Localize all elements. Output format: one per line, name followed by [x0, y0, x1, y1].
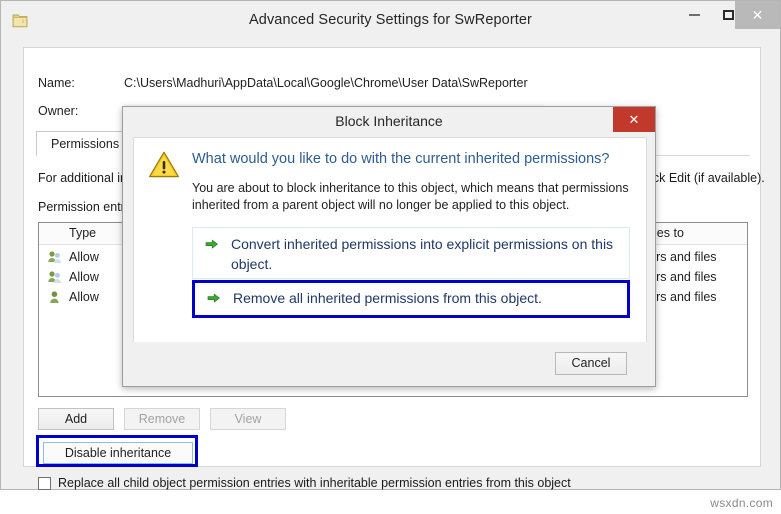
warning-triangle-icon: [148, 150, 180, 179]
cancel-button[interactable]: Cancel: [555, 352, 627, 375]
name-value: C:\Users\Madhuri\AppData\Local\Google\Ch…: [124, 76, 528, 90]
replace-child-permissions-checkbox[interactable]: [38, 476, 51, 490]
group-users-icon: [47, 250, 63, 265]
option-convert-inherited-permissions[interactable]: Convert inherited permissions into expli…: [192, 227, 630, 279]
name-label: Name:: [38, 76, 75, 90]
dialog-heading: What would you like to do with the curre…: [192, 151, 610, 167]
dialog-footer: Cancel: [123, 342, 655, 386]
dialog-body: What would you like to do with the curre…: [133, 137, 647, 343]
page-title: Advanced Security Settings for SwReporte…: [249, 12, 532, 28]
disable-inheritance-highlight: Disable inheritance: [36, 435, 198, 467]
minimize-button[interactable]: [677, 1, 711, 29]
option-remove-inherited-permissions[interactable]: Remove all inherited permissions from th…: [192, 280, 630, 318]
dialog-title: Block Inheritance: [335, 113, 443, 129]
add-button[interactable]: Add: [38, 408, 114, 430]
green-arrow-icon: [207, 291, 221, 305]
disable-inheritance-button[interactable]: Disable inheritance: [43, 442, 193, 464]
watermark: wsxdn.com: [710, 496, 773, 510]
single-user-icon: [47, 290, 63, 305]
cell-type: Allow: [69, 290, 99, 304]
owner-label: Owner:: [38, 104, 79, 118]
dialog-titlebar: Block Inheritance ✕: [123, 107, 655, 136]
replace-child-permissions-label: Replace all child object permission entr…: [58, 476, 571, 490]
close-window-button[interactable]: ✕: [735, 1, 780, 29]
window-titlebar: Advanced Security Settings for SwReporte…: [1, 1, 780, 39]
dialog-description: You are about to block inheritance to th…: [192, 181, 629, 212]
column-header-type[interactable]: Type: [69, 226, 96, 240]
green-arrow-icon: [205, 237, 219, 251]
group-users-icon: [47, 270, 63, 285]
replace-child-permissions-row[interactable]: Replace all child object permission entr…: [38, 476, 571, 490]
dialog-close-button[interactable]: ✕: [613, 107, 655, 132]
cell-type: Allow: [69, 250, 99, 264]
option-remove-label: Remove all inherited permissions from th…: [233, 290, 542, 306]
view-button[interactable]: View: [210, 408, 286, 430]
option-convert-label: Convert inherited permissions into expli…: [231, 236, 614, 272]
cell-type: Allow: [69, 270, 99, 284]
remove-button[interactable]: Remove: [124, 408, 200, 430]
block-inheritance-dialog: Block Inheritance ✕ What would you like …: [122, 106, 656, 387]
tab-permissions[interactable]: Permissions: [36, 131, 135, 156]
